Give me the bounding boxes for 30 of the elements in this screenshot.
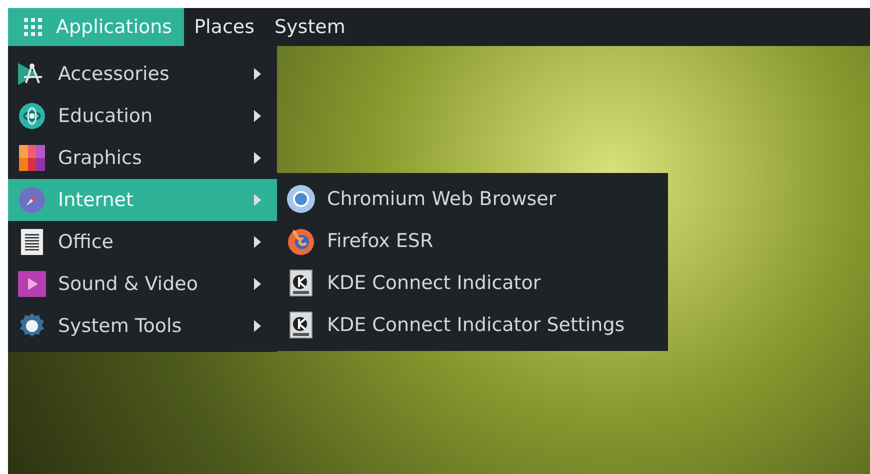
palette-grid-icon — [19, 145, 45, 171]
caret-right-icon — [254, 278, 261, 290]
caret-right-icon — [254, 194, 261, 206]
menu-item[interactable]: Sound & Video — [8, 263, 277, 305]
menu-item[interactable]: Accessories — [8, 53, 277, 95]
submenu-item[interactable]: Firefox ESR — [277, 220, 668, 262]
submenu-item[interactable]: Chromium Web Browser — [277, 178, 668, 220]
menu-item[interactable]: Office — [8, 221, 277, 263]
play-icon — [18, 271, 46, 297]
caret-right-icon — [254, 236, 261, 248]
menu-item[interactable]: System Tools — [8, 305, 277, 347]
fox-globe-icon — [287, 227, 315, 255]
compass-icon — [19, 187, 45, 213]
menu-item[interactable]: Graphics — [8, 137, 277, 179]
atom-icon — [19, 103, 45, 129]
kde-gear-icon — [289, 269, 313, 297]
settings-icon — [19, 313, 45, 339]
submenu-item[interactable]: KDE Connect Indicator — [277, 262, 668, 304]
submenu-item[interactable]: KDE Connect Indicator Settings — [277, 304, 668, 346]
caret-right-icon — [254, 320, 261, 332]
menu-item[interactable]: Education — [8, 95, 277, 137]
caret-right-icon — [254, 152, 261, 164]
document-icon — [21, 229, 43, 255]
kde-gear-icon — [289, 311, 313, 339]
menubar-item[interactable]: System — [264, 8, 356, 46]
menubar-item[interactable]: Places — [184, 8, 264, 46]
browser-icon — [287, 185, 315, 213]
caret-right-icon — [254, 68, 261, 80]
grid-icon — [24, 18, 42, 36]
caret-right-icon — [254, 110, 261, 122]
